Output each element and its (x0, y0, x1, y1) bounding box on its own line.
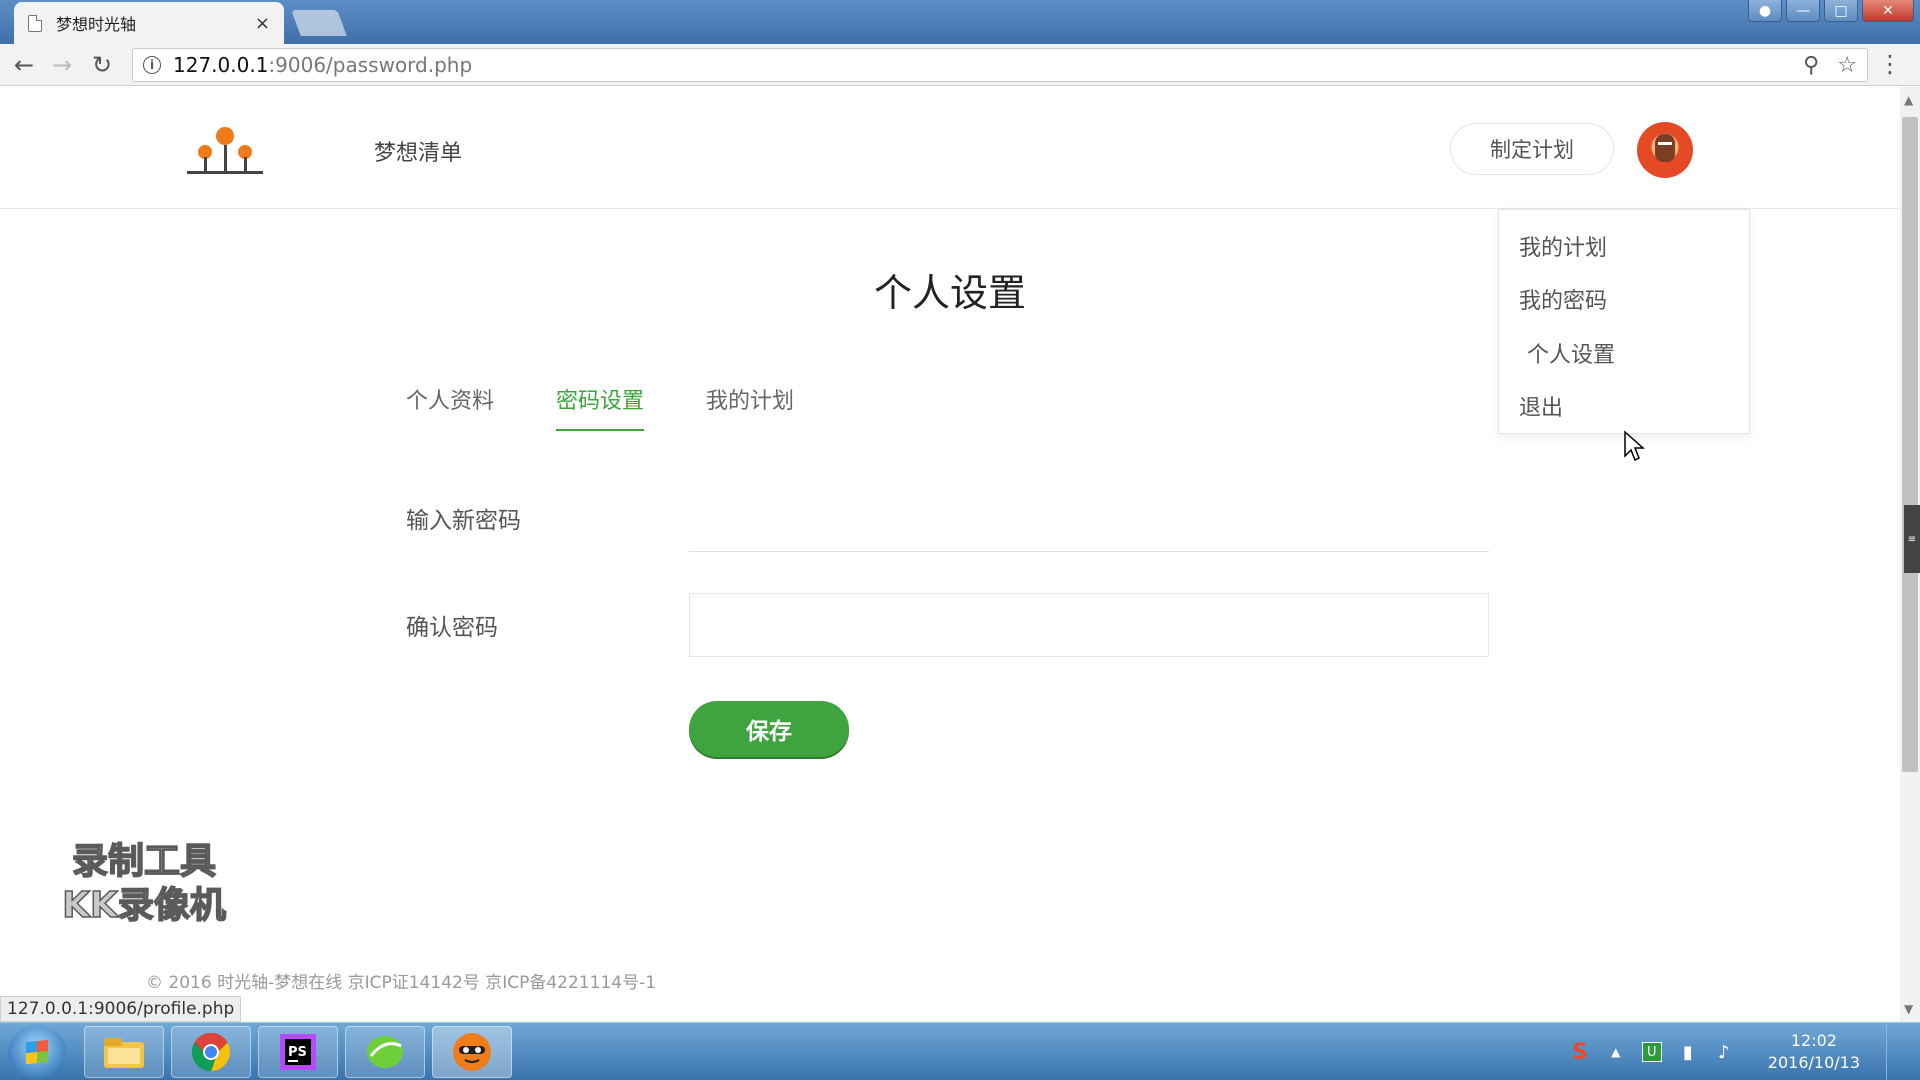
address-bar[interactable]: i 127.0.0.1:9006/password.php ⚲ ☆ (132, 48, 1868, 82)
clock-time: 12:02 (1790, 1031, 1837, 1050)
tray-expand-icon[interactable]: ▲ (1606, 1042, 1626, 1062)
browser-menu-icon[interactable]: ⋮ (1878, 50, 1902, 78)
system-tray: S ▲ U ▮ ♪ 12:02 2016/10/13 (1570, 1023, 1920, 1080)
reload-icon[interactable]: ↻ (92, 53, 112, 77)
maximize-icon[interactable]: □ (1824, 0, 1858, 22)
clock-date: 2016/10/13 (1767, 1053, 1860, 1072)
forward-icon[interactable]: → (52, 53, 72, 77)
watermark-line2: KK录像机 (61, 884, 226, 927)
url-path: :9006/password.php (268, 53, 473, 77)
save-button[interactable]: 保存 (689, 701, 849, 757)
settings-tabs: 个人资料 密码设置 我的计划 (406, 383, 856, 433)
page-title: 个人设置 (873, 271, 1026, 315)
tab-password-settings[interactable]: 密码设置 (556, 383, 645, 431)
web-page: 梦想清单 制定计划 我的计划 我的密码 个人设置 退出 个人设置 个人资料 密码… (0, 87, 1900, 1022)
browser-title-bar: 梦想时光轴 × ● — □ ✕ (0, 0, 1920, 44)
new-password-input[interactable] (689, 488, 1489, 552)
windows-taskbar: PS S ▲ U ▮ ♪ 12:02 2016/10/13 (0, 1022, 1920, 1080)
green-app-icon[interactable] (345, 1026, 425, 1078)
show-desktop-button[interactable] (1886, 1023, 1900, 1080)
close-window-icon[interactable]: ✕ (1862, 0, 1914, 22)
tab-close-icon[interactable]: × (255, 13, 270, 34)
menu-item-my-plan[interactable]: 我的计划 (1519, 230, 1607, 262)
tab-title: 梦想时光轴 (56, 15, 137, 34)
nav-dream-list[interactable]: 梦想清单 (374, 135, 462, 167)
mouse-cursor-icon (1624, 430, 1645, 462)
user-dropdown-menu: 我的计划 我的密码 个人设置 退出 (1498, 209, 1750, 434)
browser-tab[interactable]: 梦想时光轴 × (14, 2, 284, 44)
taskbar-clock[interactable]: 12:02 2016/10/13 (1768, 1030, 1860, 1074)
user-icon[interactable]: ● (1748, 0, 1782, 22)
new-password-label: 输入新密码 (406, 508, 521, 534)
status-bar-link: 127.0.0.1:9006/profile.php (0, 996, 242, 1022)
menu-item-logout[interactable]: 退出 (1519, 390, 1563, 422)
phpstorm-icon[interactable]: PS (258, 1026, 338, 1078)
scroll-thumb[interactable] (1902, 117, 1918, 772)
scroll-up-icon[interactable]: ▲ (1904, 93, 1913, 107)
menu-item-personal-settings[interactable]: 个人设置 (1527, 337, 1615, 369)
site-footer: © 2016 时光轴-梦想在线 京ICP证14142号 京ICP备4221114… (146, 973, 657, 993)
new-tab-button[interactable] (291, 10, 347, 36)
scroll-down-icon[interactable]: ▼ (1904, 1002, 1913, 1016)
svg-text:PS: PS (288, 1045, 307, 1060)
url-host: 127.0.0.1 (173, 53, 269, 77)
confirm-password-input[interactable] (689, 593, 1489, 657)
sogou-input-icon[interactable]: S (1570, 1040, 1590, 1065)
user-avatar[interactable] (1637, 122, 1693, 178)
tab-profile[interactable]: 个人资料 (406, 383, 494, 431)
volume-icon[interactable]: ♪ (1714, 1042, 1734, 1063)
bookmark-star-icon[interactable]: ☆ (1837, 53, 1857, 78)
window-controls: ● — □ ✕ (1748, 0, 1920, 22)
side-panel-handle-icon[interactable]: ≡ (1904, 505, 1920, 573)
key-icon[interactable]: ⚲ (1803, 53, 1819, 78)
back-icon[interactable]: ← (14, 53, 34, 77)
site-logo[interactable] (185, 125, 265, 177)
network-icon[interactable]: ▮ (1678, 1042, 1698, 1063)
page-icon (28, 14, 42, 32)
browser-toolbar: ← → ↻ i 127.0.0.1:9006/password.php ⚲ ☆ … (0, 44, 1920, 86)
file-explorer-icon[interactable] (84, 1026, 164, 1078)
start-button-icon[interactable] (8, 1026, 66, 1078)
confirm-password-label: 确认密码 (406, 615, 498, 641)
info-icon[interactable]: i (143, 56, 161, 74)
site-header: 梦想清单 制定计划 (0, 87, 1900, 209)
tray-app-icon[interactable]: U (1641, 1042, 1662, 1062)
chrome-icon[interactable] (171, 1026, 251, 1078)
make-plan-button[interactable]: 制定计划 (1450, 123, 1614, 175)
tab-my-plan[interactable]: 我的计划 (706, 383, 794, 431)
recorder-watermark: 录制工具 KK录像机 (44, 840, 244, 928)
watermark-line1: 录制工具 (71, 840, 217, 883)
minimize-icon[interactable]: — (1786, 0, 1820, 22)
kk-recorder-icon[interactable] (432, 1026, 512, 1078)
